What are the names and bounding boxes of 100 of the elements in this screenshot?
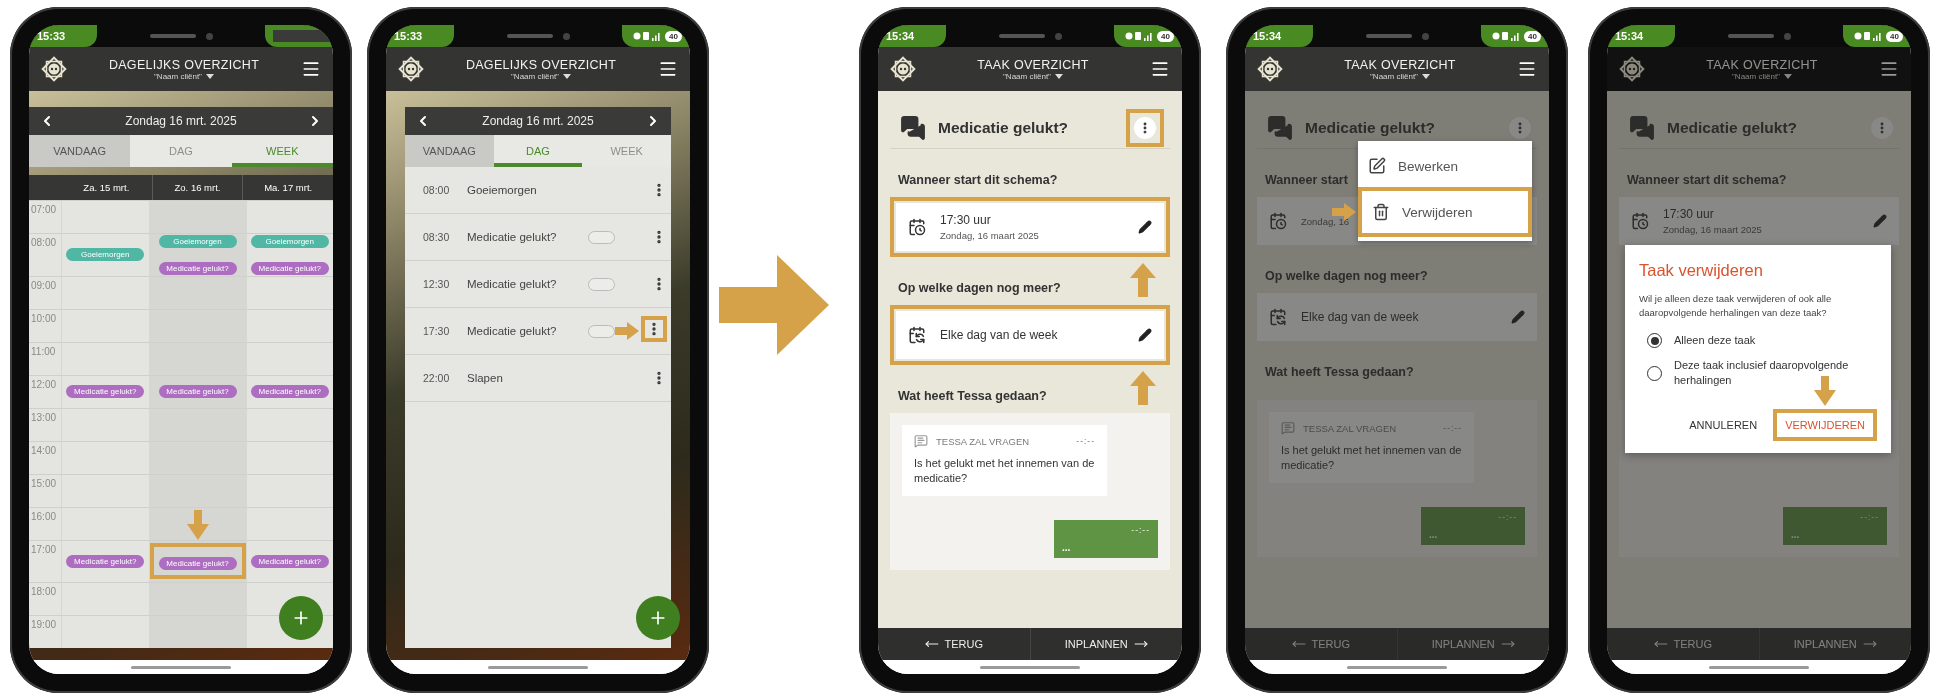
- toggle-switch[interactable]: [588, 277, 615, 291]
- event-chip[interactable]: Goeiemorgen: [66, 248, 145, 262]
- pointer-arrow-icon: [615, 322, 639, 340]
- task-row[interactable]: 08:30 Medicatie gelukt?: [405, 214, 671, 261]
- caret-icon[interactable]: [562, 73, 571, 79]
- menu-button[interactable]: [1879, 59, 1899, 79]
- pointer-arrow-icon: [1814, 376, 1837, 406]
- event-chip[interactable]: Medicatie gelukt?: [158, 261, 237, 275]
- event-chip[interactable]: Goeiemorgen: [158, 234, 237, 248]
- task-row[interactable]: 17:30 Medicatie gelukt?: [405, 308, 671, 355]
- trash-icon[interactable]: [1372, 203, 1390, 221]
- task-label: Medicatie gelukt?: [467, 278, 558, 290]
- schedule-date: Zondag, 16 maart 2025: [1663, 224, 1763, 235]
- logo-icon: [1619, 56, 1645, 82]
- client-name[interactable]: "Naam cliënt": [1732, 71, 1780, 81]
- status-time: 15:34: [886, 30, 915, 42]
- task-label: Goeiemorgen: [467, 184, 538, 196]
- caret-icon[interactable]: [1421, 73, 1430, 79]
- event-chip[interactable]: Medicatie gelukt?: [158, 557, 237, 571]
- toggle-switch[interactable]: [588, 324, 615, 338]
- date-label: Zondag 16 mrt. 2025: [125, 114, 237, 128]
- delete-button[interactable]: VERWIJDEREN: [1779, 415, 1871, 435]
- battery-indicator: 40: [1157, 30, 1174, 42]
- signal-icon: [633, 31, 662, 41]
- menu-button[interactable]: [1150, 59, 1170, 79]
- event-chip[interactable]: Medicatie gelukt?: [66, 385, 145, 398]
- day-header: Za. 15 mrt.: [82, 181, 131, 195]
- screen-title: TAAK OVERZICHT: [977, 57, 1089, 72]
- status-time: 15:33: [394, 30, 423, 42]
- task-row[interactable]: 12:30 Medicatie gelukt?: [405, 261, 671, 308]
- back-button[interactable]: TERUG: [1245, 628, 1397, 660]
- menu-item[interactable]: Bewerken: [1358, 145, 1532, 187]
- pointer-arrow-icon: [1130, 263, 1156, 297]
- cancel-button[interactable]: ANNULEREN: [1683, 415, 1764, 435]
- message-text: Is het gelukt met het innemen van de medicatie?: [1281, 443, 1462, 473]
- caret-icon[interactable]: [205, 73, 214, 79]
- task-title: Medicatie gelukt?: [1305, 118, 1437, 137]
- task-label: Medicatie gelukt?: [467, 231, 558, 243]
- status-time: 15:33: [37, 30, 66, 42]
- task-title: Medicatie gelukt?: [938, 118, 1070, 137]
- edit-icon[interactable]: [1368, 157, 1386, 175]
- message-time: --:--: [1860, 512, 1879, 522]
- event-chip[interactable]: Medicatie gelukt?: [250, 554, 329, 568]
- task-title: Medicatie gelukt?: [1667, 118, 1799, 137]
- today-button[interactable]: VANDAAG: [405, 135, 494, 167]
- caret-icon[interactable]: [1054, 73, 1063, 79]
- toggle-switch[interactable]: [588, 230, 615, 244]
- dialog-text: Wil je alleen deze taak verwijderen of ook alle daaropvolgende herhalingen van deze taak?: [1639, 292, 1833, 320]
- option-label[interactable]: Deze taak inclusief daaropvolgende herhalingen: [1674, 358, 1869, 388]
- task-time: 22:00: [423, 372, 451, 384]
- message-time: --:--: [1131, 525, 1150, 535]
- reply-text: ...: [1791, 529, 1801, 540]
- client-name[interactable]: "Naam cliënt": [1003, 71, 1051, 81]
- edit-button[interactable]: [1138, 220, 1152, 234]
- message-sender: TESSA ZAL VRAGEN: [936, 435, 1031, 447]
- task-time: 08:30: [423, 231, 451, 243]
- client-name[interactable]: "Naam cliënt": [154, 71, 202, 81]
- event-chip[interactable]: Medicatie gelukt?: [66, 554, 145, 568]
- menu-button[interactable]: [1517, 59, 1537, 79]
- calendar-clock-icon: [1631, 212, 1649, 230]
- option-label[interactable]: Alleen deze taak: [1674, 333, 1756, 348]
- status-time: 15:34: [1253, 30, 1282, 42]
- task-row[interactable]: 08:00 Goeiemorgen: [405, 167, 671, 214]
- event-chip[interactable]: Medicatie gelukt?: [158, 385, 237, 398]
- battery-indicator: 40: [1524, 30, 1541, 42]
- menu-button[interactable]: [301, 59, 321, 79]
- section-heading: Op welke dagen nog meer?: [1265, 269, 1429, 283]
- section-heading: Wanneer start dit schema?: [898, 173, 1059, 187]
- section-heading: Wat heeft Tessa gedaan?: [1265, 365, 1415, 379]
- message-sender: TESSA ZAL VRAGEN: [1303, 422, 1398, 434]
- pointer-arrow-icon: [1130, 371, 1156, 405]
- task-label: Slapen: [467, 372, 504, 384]
- section-heading: Wanneer start dit schema?: [1627, 173, 1788, 187]
- back-button[interactable]: TERUG: [878, 628, 1030, 660]
- client-name[interactable]: "Naam cliënt": [1370, 71, 1418, 81]
- back-button[interactable]: TERUG: [1607, 628, 1759, 660]
- dialog-title: Taak verwijderen: [1639, 261, 1764, 280]
- schedule-value: 17:30 uur: [1663, 207, 1715, 221]
- chat-bubbles-icon: [1267, 114, 1293, 141]
- event-chip[interactable]: Medicatie gelukt?: [250, 261, 329, 275]
- today-button[interactable]: VANDAAG: [29, 135, 131, 167]
- event-chip[interactable]: Medicatie gelukt?: [250, 385, 329, 398]
- message-text: Is het gelukt met het innemen van de medicatie?: [914, 456, 1095, 486]
- logo-icon: [398, 56, 424, 82]
- schedule-value: Elke dag van de week: [1301, 310, 1420, 324]
- logo-icon: [41, 56, 67, 82]
- calendar-clock-icon: [1269, 212, 1287, 230]
- logo-icon: [1257, 56, 1283, 82]
- repeat-calendar-icon: [1269, 308, 1287, 326]
- client-name[interactable]: "Naam cliënt": [511, 71, 559, 81]
- caret-icon[interactable]: [1783, 73, 1792, 79]
- menu-button[interactable]: [658, 59, 678, 79]
- big-arrow-icon: [719, 255, 829, 355]
- repeat-calendar-icon: [908, 326, 926, 344]
- edit-button[interactable]: [1138, 328, 1152, 342]
- task-row[interactable]: 22:00 Slapen: [405, 355, 671, 402]
- status-time: 15:34: [1615, 30, 1644, 42]
- logo-icon: [890, 56, 916, 82]
- event-chip[interactable]: Goeiemorgen: [250, 234, 329, 248]
- battery-indicator: 40: [665, 30, 682, 42]
